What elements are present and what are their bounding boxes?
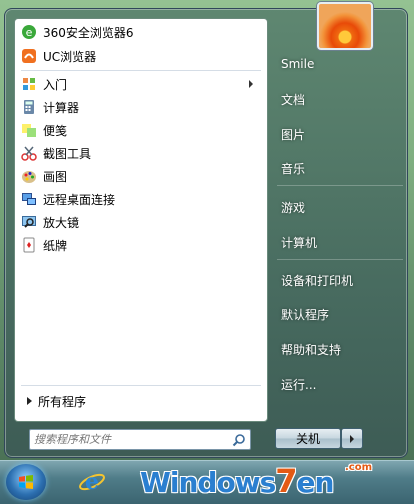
right-item-user[interactable]: Smile (281, 54, 314, 74)
menu-item-label: 计算器 (43, 100, 80, 115)
remote-desktop-icon (21, 191, 37, 207)
start-button[interactable] (6, 464, 46, 500)
watermark-domain: .com (345, 462, 373, 473)
menu-item-calculator[interactable]: 计算器 (19, 96, 263, 118)
separator (277, 185, 403, 186)
menu-item-label: UC浏览器 (43, 49, 97, 64)
right-item-run[interactable]: 运行... (281, 374, 316, 394)
submenu-arrow-icon[interactable] (249, 80, 253, 88)
menu-item-uc-browser[interactable]: UC浏览器 (19, 45, 263, 67)
search-input[interactable] (34, 431, 224, 447)
uc-browser-icon (21, 48, 37, 64)
right-item-games[interactable]: 游戏 (281, 197, 305, 217)
right-item-pictures[interactable]: 图片 (281, 124, 305, 144)
chevron-right-icon (350, 435, 354, 443)
taskbar-ie-button[interactable]: e (74, 466, 110, 498)
watermark-seven: 7 (275, 462, 297, 500)
menu-item-remote-desktop[interactable]: 远程桌面连接 (19, 188, 263, 210)
right-item-computer[interactable]: 计算机 (281, 232, 317, 252)
sticky-notes-icon (21, 122, 37, 138)
start-menu-left-panel: e 360安全浏览器6 UC浏览器 入门 计算器 便笺 截图工具 画图 远程桌面… (14, 18, 268, 422)
menu-item-label: 远程桌面连接 (43, 192, 116, 207)
menu-item-label: 截图工具 (43, 146, 92, 161)
right-item-music[interactable]: 音乐 (281, 158, 305, 178)
menu-item-360-browser[interactable]: e 360安全浏览器6 (19, 21, 263, 43)
menu-item-snipping-tool[interactable]: 截图工具 (19, 142, 263, 164)
calculator-icon (21, 99, 37, 115)
menu-item-label: 360安全浏览器6 (43, 25, 134, 40)
menu-item-label: 放大镜 (43, 215, 80, 230)
expand-arrow-icon (27, 397, 32, 405)
shutdown-options-button[interactable] (341, 428, 363, 449)
menu-item-paint[interactable]: 画图 (19, 165, 263, 187)
snipping-tool-icon (21, 145, 37, 161)
shutdown-button[interactable]: 关机 (275, 428, 341, 449)
svg-text:e: e (26, 26, 33, 39)
all-programs-label: 所有程序 (38, 394, 87, 409)
menu-item-label: 纸牌 (43, 238, 68, 253)
menu-item-label: 画图 (43, 169, 68, 184)
separator (21, 385, 261, 386)
getting-started-icon (21, 76, 37, 92)
watermark-text-en: en (296, 466, 335, 499)
separator (21, 70, 261, 71)
watermark-logo: Windows7en .com (140, 462, 372, 502)
right-item-devices-printers[interactable]: 设备和打印机 (281, 270, 353, 290)
menu-item-label: 入门 (43, 77, 68, 92)
right-item-documents[interactable]: 文档 (281, 89, 305, 109)
right-item-default-programs[interactable]: 默认程序 (281, 304, 329, 324)
all-programs-button[interactable]: 所有程序 (21, 390, 261, 412)
menu-item-getting-started[interactable]: 入门 (19, 73, 263, 95)
separator (277, 259, 403, 260)
internet-explorer-icon: e (79, 469, 105, 495)
search-box[interactable] (29, 429, 251, 450)
windows-logo-icon (19, 475, 33, 489)
right-item-help-support[interactable]: 帮助和支持 (281, 339, 341, 359)
start-menu: e 360安全浏览器6 UC浏览器 入门 计算器 便笺 截图工具 画图 远程桌面… (4, 2, 408, 458)
menu-item-label: 便笺 (43, 123, 68, 138)
svg-text:e: e (85, 469, 99, 495)
menu-item-sticky-notes[interactable]: 便笺 (19, 119, 263, 141)
search-icon[interactable] (232, 433, 246, 447)
360-browser-icon: e (21, 24, 37, 40)
paint-icon (21, 168, 37, 184)
user-avatar[interactable] (317, 2, 373, 50)
magnifier-icon (21, 214, 37, 230)
solitaire-icon (21, 237, 37, 253)
menu-item-solitaire[interactable]: 纸牌 (19, 234, 263, 256)
watermark-text: Windows (140, 466, 276, 499)
menu-item-magnifier[interactable]: 放大镜 (19, 211, 263, 233)
